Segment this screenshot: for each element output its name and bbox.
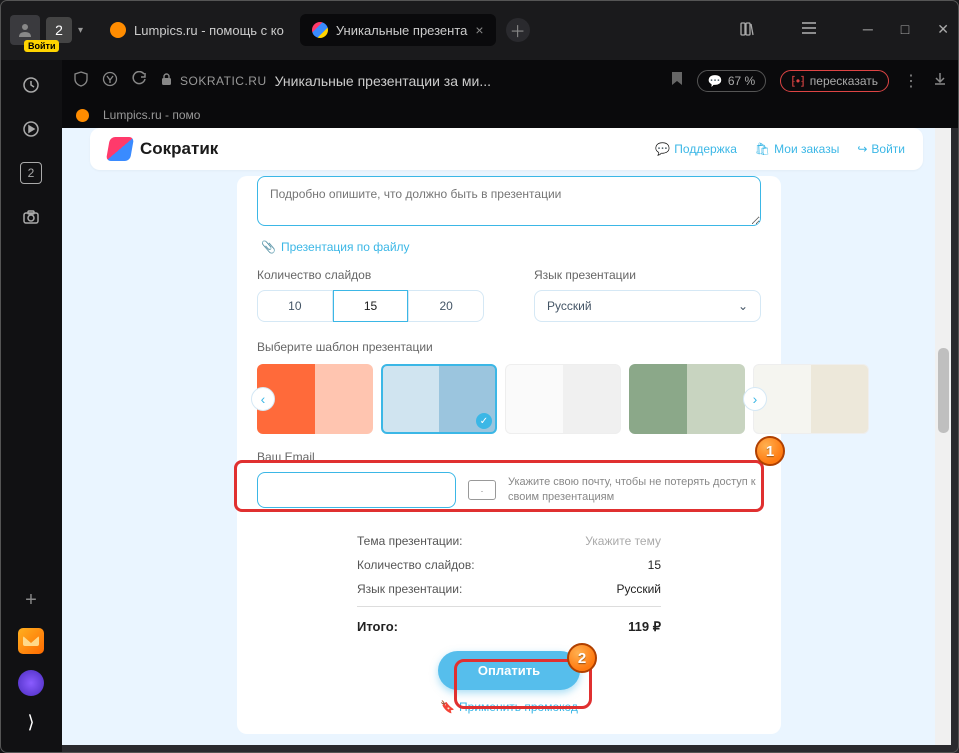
bag-icon: 🛍 <box>755 142 770 156</box>
summary-slides-value: 15 <box>648 558 661 572</box>
slides-toggle: 10 15 20 <box>257 290 484 322</box>
chat-icon: 💬 <box>655 142 670 156</box>
maximize-button[interactable]: □ <box>901 21 909 40</box>
slides-label: Количество слайдов <box>257 268 484 282</box>
menu-icon[interactable] <box>801 21 817 40</box>
logo-icon <box>106 137 134 161</box>
email-hint: Укажите свою почту, чтобы не потерять до… <box>508 475 761 506</box>
template-option-5[interactable] <box>753 364 869 434</box>
order-summary: Тема презентации: Укажите тему Количеств… <box>257 534 761 714</box>
login-badge[interactable]: Войти <box>24 40 59 52</box>
email-label: Ваш Email <box>257 450 761 464</box>
camera-icon[interactable] <box>20 206 42 228</box>
tab-dropdown-icon[interactable]: ▾ <box>78 25 83 36</box>
support-link[interactable]: 💬Поддержка <box>655 142 737 156</box>
carousel-next-button[interactable]: › <box>743 387 767 411</box>
browser-sidebar: 2 + ⟩ <box>0 60 62 753</box>
summary-total-value: 119 ₽ <box>628 619 661 635</box>
tab-label: Lumpics.ru - помощь с ко <box>134 23 284 38</box>
template-option-4[interactable] <box>629 364 745 434</box>
kebab-icon[interactable]: ⋮ <box>903 71 919 91</box>
orders-link[interactable]: 🛍Мои заказы <box>755 142 839 156</box>
language-select[interactable]: Русский ⌄ <box>534 290 761 322</box>
slides-opt-20[interactable]: 20 <box>408 290 484 322</box>
template-label: Выберите шаблон презентации <box>257 340 761 354</box>
annotation-badge-1: 1 <box>755 436 785 466</box>
shield-icon[interactable] <box>74 71 88 92</box>
close-icon[interactable]: × <box>475 22 483 38</box>
favicon-icon <box>76 109 89 122</box>
lock-icon <box>161 73 172 89</box>
annotation-badge-2: 2 <box>567 643 597 673</box>
sidebar-tab-count[interactable]: 2 <box>20 162 42 184</box>
page-scrollbar[interactable] <box>935 128 951 745</box>
description-textarea[interactable] <box>257 176 761 226</box>
template-carousel: ‹ › <box>257 364 761 434</box>
browser-titlebar: Войти 2 ▾ Lumpics.ru - помощь с ко Уника… <box>0 0 959 60</box>
mail-app-icon[interactable] <box>18 628 44 654</box>
download-icon[interactable] <box>933 72 947 91</box>
template-option-3[interactable] <box>505 364 621 434</box>
close-button[interactable]: ✕ <box>937 21 949 40</box>
play-icon[interactable] <box>20 118 42 140</box>
summary-theme-label: Тема презентации: <box>357 534 463 548</box>
browser-tab-sokratic[interactable]: Уникальные презента × <box>300 14 496 46</box>
url-domain: sokratic.ru <box>180 74 267 88</box>
form-panel: 📎 Презентация по файлу Количество слайдо… <box>237 176 781 734</box>
zoom-indicator[interactable]: 💬67 % <box>697 70 766 92</box>
url-title: Уникальные презентации за ми... <box>275 73 491 89</box>
carousel-prev-button[interactable]: ‹ <box>251 387 275 411</box>
favicon-icon <box>110 22 126 38</box>
login-icon: ↪ <box>857 142 867 156</box>
summary-slides-label: Количество слайдов: <box>357 558 475 572</box>
new-tab-button[interactable]: ＋ <box>506 18 530 42</box>
home-y-icon[interactable] <box>102 71 118 92</box>
template-option-2-selected[interactable] <box>381 364 497 434</box>
site-logo[interactable]: Сократик <box>108 137 218 161</box>
envelope-icon <box>468 480 496 500</box>
address-bar: sokratic.ru Уникальные презентации за ми… <box>62 60 959 102</box>
lang-label: Язык презентации <box>534 268 761 282</box>
url-field[interactable]: sokratic.ru Уникальные презентации за ми… <box>161 73 657 89</box>
tab-label: Уникальные презента <box>336 23 468 38</box>
login-link[interactable]: ↪Войти <box>857 142 905 156</box>
slides-opt-10[interactable]: 10 <box>257 290 333 322</box>
minimize-button[interactable]: ─ <box>863 21 873 40</box>
file-upload-link[interactable]: 📎 Презентация по файлу <box>257 231 761 256</box>
plus-icon[interactable]: + <box>25 589 37 612</box>
bookmark-lumpics[interactable]: Lumpics.ru - помо <box>76 108 200 122</box>
summarize-button[interactable]: ⁅•⁆пересказать <box>780 70 889 92</box>
page-viewport: Сократик 💬Поддержка 🛍Мои заказы ↪Войти 📎… <box>62 128 951 745</box>
browser-tab-lumpics[interactable]: Lumpics.ru - помощь с ко <box>98 14 296 46</box>
promo-link[interactable]: 🔖 Применить промокод <box>357 700 661 714</box>
history-icon[interactable] <box>20 74 42 96</box>
slides-opt-15[interactable]: 15 <box>333 290 409 322</box>
favicon-icon <box>312 22 328 38</box>
chevron-down-icon: ⌄ <box>738 299 748 313</box>
paperclip-icon: 📎 <box>261 240 276 254</box>
bookmark-icon[interactable] <box>671 71 683 91</box>
summary-total-label: Итого: <box>357 619 398 635</box>
summary-lang-value: Русский <box>616 582 661 596</box>
scrollbar-thumb[interactable] <box>938 348 949 433</box>
summary-lang-label: Язык презентации: <box>357 582 462 596</box>
site-header: Сократик 💬Поддержка 🛍Мои заказы ↪Войти <box>90 128 923 170</box>
bookmarks-icon[interactable] <box>739 21 755 40</box>
tag-icon: 🔖 <box>440 700 455 714</box>
email-input[interactable] <box>257 472 456 508</box>
bookmarks-bar: Lumpics.ru - помо <box>62 102 959 128</box>
summary-theme-value: Укажите тему <box>585 534 661 548</box>
alice-icon[interactable] <box>18 670 44 696</box>
pay-button[interactable]: Оплатить <box>438 651 580 690</box>
yandex-icon[interactable]: ⟩ <box>27 712 34 733</box>
reload-icon[interactable] <box>132 71 147 91</box>
